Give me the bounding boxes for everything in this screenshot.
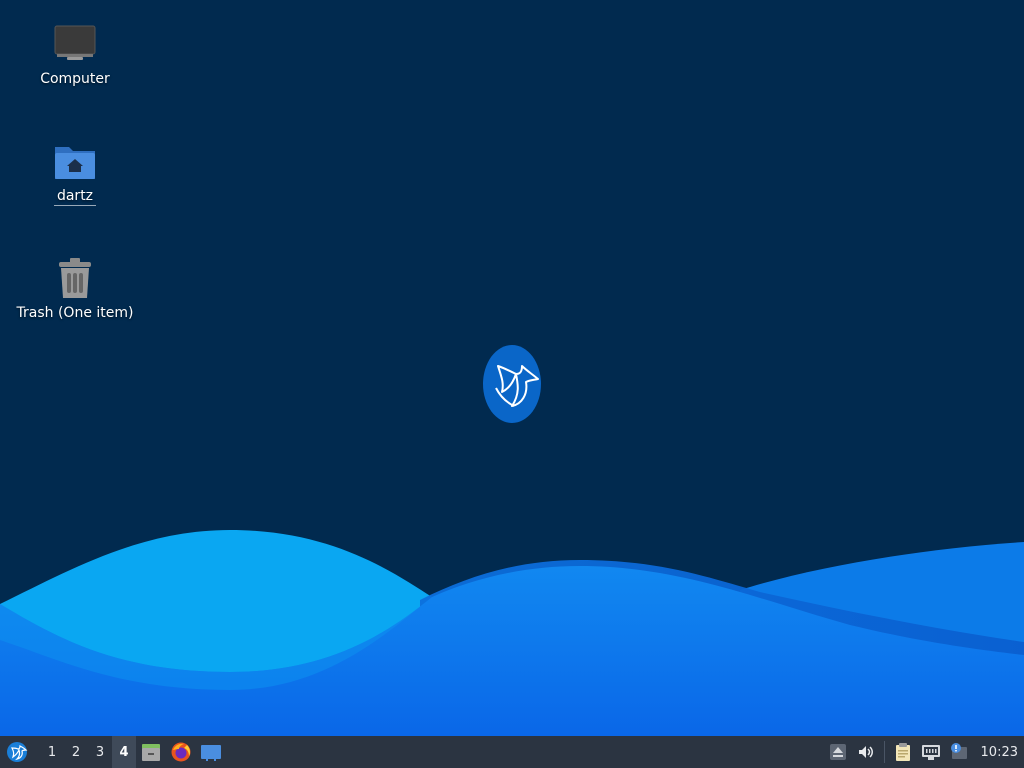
network-icon <box>921 745 940 760</box>
notifications-button[interactable] <box>945 736 973 768</box>
file-manager-icon <box>142 744 160 761</box>
trash-icon <box>59 258 91 298</box>
volume-icon <box>858 746 873 758</box>
panel-separator <box>883 741 885 763</box>
clock[interactable]: 10:23 <box>973 736 1024 768</box>
workspace-1-button[interactable]: 1 <box>40 736 64 768</box>
desktop-icon-home-folder[interactable]: dartz <box>10 139 140 206</box>
xubuntu-logo <box>483 345 541 423</box>
clipboard-icon <box>895 743 910 761</box>
desktop-icon-label: dartz <box>53 187 97 206</box>
workspace-4-button[interactable]: 4 <box>112 736 136 768</box>
firefox-launcher[interactable] <box>166 736 196 768</box>
xubuntu-menu-icon <box>7 742 28 762</box>
workspace-3-button[interactable]: 3 <box>88 736 112 768</box>
applications-menu-button[interactable] <box>2 736 32 768</box>
volume-button[interactable] <box>852 736 880 768</box>
desktop-icon-trash[interactable]: Trash (One item) <box>10 256 140 322</box>
computer-icon <box>54 25 96 60</box>
eject-button[interactable] <box>824 736 852 768</box>
desktop-icon-label: Computer <box>40 71 110 87</box>
clipboard-button[interactable] <box>889 736 917 768</box>
desktop-icon-label: Trash (One item) <box>16 305 134 321</box>
taskbar-panel: 1 2 3 4 10:23 <box>0 736 1024 768</box>
file-manager-launcher[interactable] <box>136 736 166 768</box>
workspace-2-button[interactable]: 2 <box>64 736 88 768</box>
home-folder-icon <box>55 147 95 179</box>
notification-icon <box>950 743 967 759</box>
network-button[interactable] <box>917 736 945 768</box>
eject-icon <box>829 744 846 760</box>
desktop-icon <box>201 745 221 761</box>
firefox-icon <box>171 742 191 762</box>
desktop-icon-computer[interactable]: Computer <box>10 22 140 88</box>
show-desktop-button[interactable] <box>196 736 226 768</box>
